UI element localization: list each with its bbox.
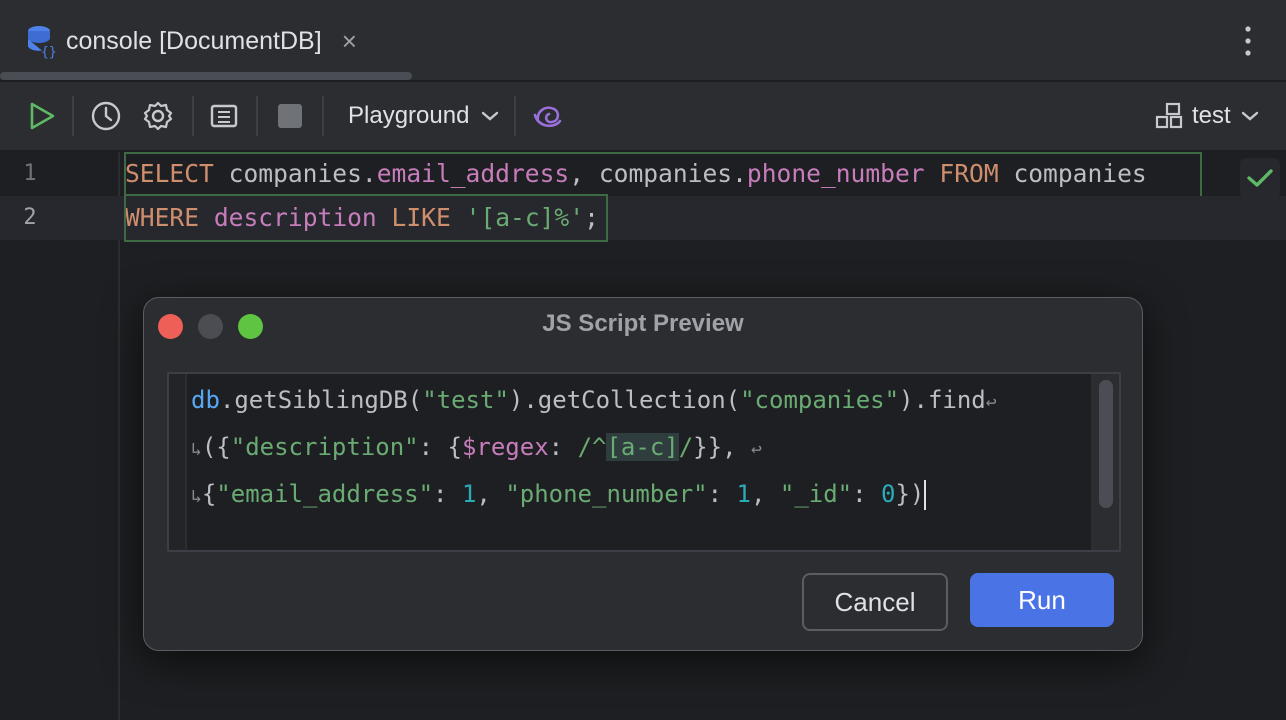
- code-token: [a-c]: [606, 433, 679, 461]
- dialog-title: JS Script Preview: [542, 310, 744, 337]
- line-number: 2: [23, 205, 37, 230]
- tab-title: console [DocumentDB]: [66, 26, 322, 55]
- schema-icon: [1155, 102, 1183, 129]
- toolbar-divider: [192, 96, 194, 136]
- code-token: }},: [693, 433, 751, 461]
- tab-console[interactable]: {} console [DocumentDB] ×: [26, 22, 357, 60]
- soft-wrap-icon: ↳: [191, 439, 202, 460]
- code-token: {: [201, 480, 217, 508]
- code-token: "test": [422, 386, 509, 414]
- script-line: ↳({"description": {$regex: /^[a-c]/}}, ↩: [191, 425, 997, 472]
- statement-highlight: [124, 194, 608, 242]
- chevron-down-icon: [482, 111, 499, 121]
- settings-icon[interactable]: [140, 98, 176, 134]
- check-icon: [1240, 158, 1280, 198]
- code-token: /: [678, 433, 694, 461]
- database-console-icon: {}: [28, 26, 56, 60]
- mode-dropdown[interactable]: Playground: [348, 98, 500, 134]
- js-script-preview-dialog: JS Script Preview db.getSiblingDB("test"…: [143, 297, 1143, 651]
- code-token: "email_address": [216, 480, 434, 508]
- schema-label: test: [1192, 102, 1231, 129]
- close-icon[interactable]: ×: [342, 28, 357, 54]
- script-gutter: [169, 374, 187, 550]
- soft-wrap-icon: ↩: [985, 392, 997, 413]
- code-token: :: [548, 433, 578, 461]
- code-token: 1: [736, 480, 751, 508]
- svg-text:{}: {}: [41, 45, 56, 60]
- layout-icon[interactable]: [206, 98, 242, 134]
- script-line: db.getSiblingDB("test").getCollection("c…: [191, 378, 997, 425]
- code-token: ,: [476, 480, 506, 508]
- soft-wrap-icon: ↩: [750, 439, 762, 460]
- more-vertical-icon[interactable]: [1238, 24, 1258, 58]
- code-token: "phone_number": [505, 480, 708, 508]
- run-icon[interactable]: [24, 98, 60, 134]
- console-toolbar: Playground test: [0, 82, 1286, 150]
- code-token: :: [852, 480, 882, 508]
- code-token: :: [433, 480, 462, 508]
- code-token: ,: [750, 480, 780, 508]
- code-token: 0: [881, 480, 896, 508]
- cancel-button[interactable]: Cancel: [802, 573, 948, 631]
- code-token: ).find: [899, 386, 986, 414]
- code-token: "companies": [740, 386, 900, 414]
- code-token: /^: [577, 433, 607, 461]
- code-token: ({: [201, 433, 231, 461]
- code-token: $regex: [461, 433, 549, 461]
- scrollbar[interactable]: [1091, 374, 1119, 550]
- code-token: :: [707, 480, 737, 508]
- code-token: : {: [418, 433, 462, 461]
- script-line: ↳{"email_address": 1, "phone_number": 1,…: [191, 472, 997, 519]
- code-token: "_id": [779, 480, 853, 508]
- statement-highlight: [124, 152, 1202, 196]
- mode-label: Playground: [348, 102, 470, 129]
- toolbar-divider: [514, 96, 516, 136]
- code-token: "description": [230, 433, 419, 461]
- code-token: 1: [461, 480, 477, 508]
- code-token: ).getCollection(: [508, 386, 741, 414]
- script-preview-editor[interactable]: db.getSiblingDB("test").getCollection("c…: [167, 372, 1121, 552]
- scrollbar-thumb[interactable]: [1099, 380, 1113, 508]
- toolbar-divider: [72, 96, 74, 136]
- line-number: 1: [23, 161, 37, 186]
- run-button[interactable]: Run: [970, 573, 1114, 627]
- toolbar-divider: [256, 96, 258, 136]
- code-token: }): [895, 480, 925, 508]
- chevron-down-icon: [1241, 111, 1258, 121]
- ai-assistant-icon[interactable]: [530, 98, 566, 134]
- script-code: db.getSiblingDB("test").getCollection("c…: [191, 378, 997, 519]
- stop-icon[interactable]: [272, 98, 308, 134]
- editor-tab-bar: {} console [DocumentDB] ×: [0, 0, 1286, 80]
- schema-dropdown[interactable]: test: [1154, 98, 1264, 134]
- active-tab-indicator: [0, 72, 412, 80]
- history-icon[interactable]: [88, 98, 124, 134]
- toolbar-divider: [322, 96, 324, 136]
- soft-wrap-icon: ↳: [191, 486, 202, 507]
- text-caret: [924, 480, 927, 510]
- code-token: .getSiblingDB(: [219, 386, 423, 414]
- code-token: db: [191, 386, 220, 414]
